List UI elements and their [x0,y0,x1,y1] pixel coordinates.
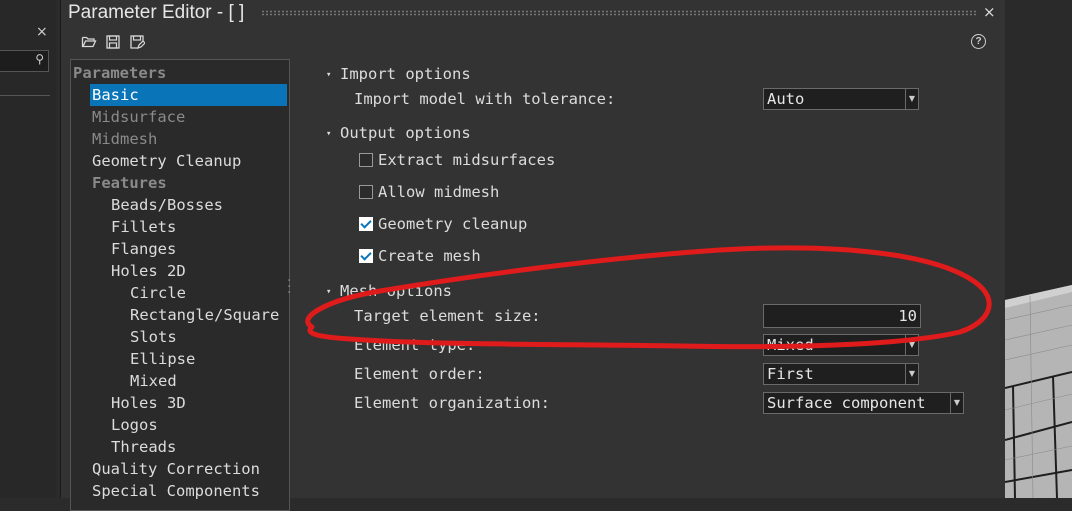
tree-item-holes-3d[interactable]: Holes 3D [111,392,186,414]
close-icon[interactable]: × [983,3,996,21]
allow-midmesh-checkbox[interactable] [359,185,373,199]
element-type-label: Element type: [354,336,476,354]
tree-item-geometry-cleanup[interactable]: Geometry Cleanup [92,150,241,172]
parameter-editor-window: Parameter Editor - [ ] × ? Parameters Ba… [60,0,1006,511]
collapse-arrow-icon: ▾ [326,286,332,297]
panel-splitter-handle[interactable]: · · · [287,274,291,300]
tree-header-parameters[interactable]: Parameters [73,62,166,84]
tree-item-fillets[interactable]: Fillets [111,216,176,238]
target-size-value: 10 [898,307,917,325]
extract-midsurfaces-label: Extract midsurfaces [378,151,556,169]
tree-item-ellipse[interactable]: Ellipse [130,348,195,370]
tree-item-beads-bosses[interactable]: Beads/Bosses [111,194,223,216]
element-organization-dropdown[interactable]: Surface component ▼ [763,392,964,414]
tree-item-logos[interactable]: Logos [111,414,158,436]
element-order-dropdown[interactable]: First ▼ [763,363,919,385]
element-organization-label: Element organization: [354,394,550,412]
tolerance-label: Import model with tolerance: [354,90,616,108]
section-mesh-options[interactable]: ▾ Mesh options [326,282,452,300]
folder-open-icon[interactable] [81,34,97,50]
collapse-arrow-icon: ▾ [326,128,332,139]
left-panel-divider [0,95,50,96]
tree-item-threads[interactable]: Threads [111,436,176,458]
tree-item-special-components[interactable]: Special Components [92,480,260,502]
tree-item-midsurface[interactable]: Midsurface [92,106,185,128]
element-type-dropdown[interactable]: Mixed ▼ [763,334,919,356]
save-as-icon[interactable] [129,34,146,50]
section-import-options[interactable]: ▾ Import options [326,65,471,83]
geometry-cleanup-label: Geometry cleanup [378,215,528,233]
tree-item-quality-correction[interactable]: Quality Correction [92,458,260,480]
element-order-value: First [767,365,814,383]
search-icon: ⚲ [35,52,44,66]
tree-item-midmesh[interactable]: Midmesh [92,128,157,150]
title-drag-grip[interactable] [261,10,977,16]
target-size-label: Target element size: [354,307,541,325]
tree-item-basic[interactable]: Basic [90,84,287,106]
tree-item-circle[interactable]: Circle [130,282,186,304]
tree-item-rectangle-square[interactable]: Rectangle/Square [130,304,279,326]
mesh-model-graphic [1004,285,1072,499]
left-panel-close-icon[interactable]: × [36,24,48,40]
tree-header-features[interactable]: Features [92,172,167,194]
save-icon[interactable] [105,34,121,50]
help-icon[interactable]: ? [971,34,986,49]
chevron-down-icon: ▼ [905,89,918,109]
title-bar[interactable]: Parameter Editor - [ ] × [61,0,1005,28]
section-title: Output options [340,124,471,142]
left-panel-search-input[interactable]: ⚲ [0,50,49,72]
chevron-down-icon: ▼ [905,335,918,355]
extract-midsurfaces-checkbox[interactable] [359,153,373,167]
collapse-arrow-icon: ▾ [326,69,332,80]
geometry-cleanup-checkbox[interactable] [359,217,373,231]
chevron-down-icon: ▼ [950,393,963,413]
window-title: Parameter Editor - [ ] [68,2,245,23]
allow-midmesh-label: Allow midmesh [378,183,500,201]
target-size-input[interactable]: 10 [763,304,921,328]
parameter-tree: Parameters Basic Midsurface Midmesh Geom… [70,59,290,511]
background-left-panel: × ⚲ [0,0,56,498]
section-title: Mesh options [340,282,452,300]
tree-item-mixed[interactable]: Mixed [130,370,177,392]
model-viewport[interactable] [1004,0,1072,499]
element-order-label: Element order: [354,365,485,383]
chevron-down-icon: ▼ [905,364,918,384]
tree-item-holes-2d[interactable]: Holes 2D [111,260,186,282]
tree-item-flanges[interactable]: Flanges [111,238,176,260]
tolerance-value: Auto [767,90,805,108]
section-output-options[interactable]: ▾ Output options [326,124,471,142]
section-title: Import options [340,65,471,83]
tree-item-slots[interactable]: Slots [130,326,177,348]
element-organization-value: Surface component [767,394,926,412]
create-mesh-label: Create mesh [378,247,481,265]
create-mesh-checkbox[interactable] [359,249,373,263]
tolerance-dropdown[interactable]: Auto ▼ [763,88,919,110]
element-type-value: Mixed [767,336,814,354]
